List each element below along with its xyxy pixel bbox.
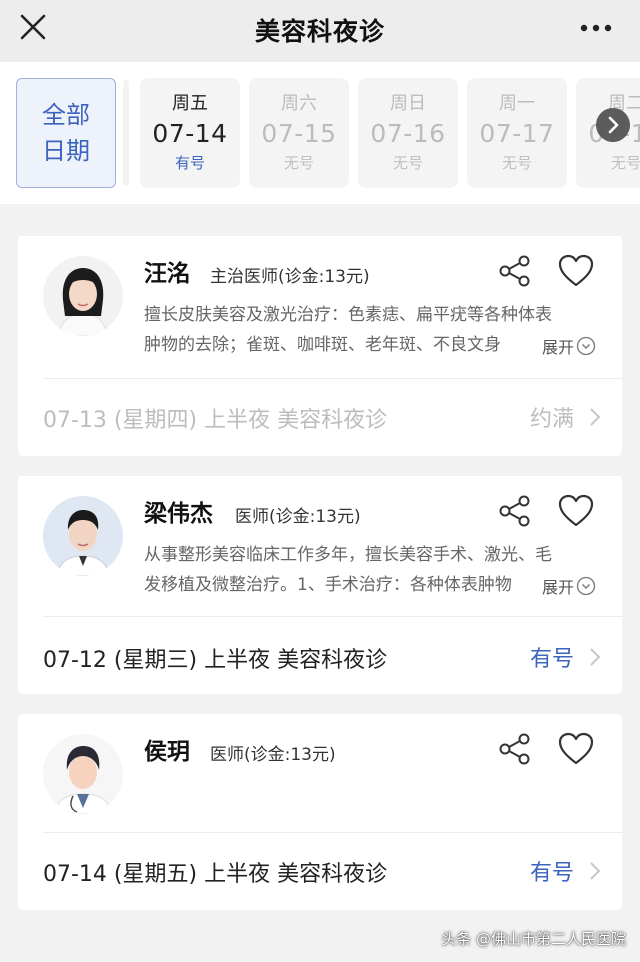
date-weekday: 周六 (281, 93, 317, 114)
date-tab-0715[interactable]: 周六 07-15 无号 (249, 78, 349, 188)
heart-icon[interactable] (558, 732, 594, 766)
share-icon[interactable] (498, 732, 532, 766)
date-status: 无号 (610, 154, 640, 172)
date-value: 07-17 (479, 119, 555, 148)
date-filter-strip: 全部 日期 周五 07-14 有号 周六 07-15 无号 周日 07-16 无… (0, 62, 640, 204)
description-line: 从事整形美容临床工作多年，擅长美容手术、激光、毛 (144, 545, 552, 565)
doctor-title: 医师(诊金:13元) (210, 745, 336, 765)
date-status: 无号 (283, 154, 314, 172)
all-dates-label-line1: 全部 (42, 101, 90, 129)
date-status: 无号 (392, 154, 423, 172)
schedule-text: 07-13 (星期四) 上半夜 美容科夜诊 (43, 408, 388, 433)
doctor-title: 医师(诊金:13元) (235, 507, 361, 527)
doctor-name: 梁伟杰 (144, 501, 213, 527)
doctor-avatar (43, 734, 123, 814)
heart-icon[interactable] (558, 254, 594, 288)
expand-button[interactable]: 展开 (542, 574, 596, 598)
expand-label: 展开 (542, 578, 575, 597)
schedule-text: 07-14 (星期五) 上半夜 美容科夜诊 (43, 862, 388, 887)
schedule-row[interactable]: 07-13 (星期四) 上半夜 美容科夜诊 约满 (43, 396, 604, 436)
description-line: 肿物的去除；雀斑、咖啡斑、老年斑、不良文身 (144, 335, 501, 355)
top-bar: 美容科夜诊 (0, 0, 640, 62)
page-title: 美容科夜诊 (254, 17, 385, 46)
divider (43, 616, 622, 617)
date-value: 07-15 (261, 119, 337, 148)
date-tab-0717[interactable]: 周一 07-17 无号 (467, 78, 567, 188)
divider (43, 832, 622, 833)
date-weekday: 周五 (172, 93, 208, 114)
more-dots-icon[interactable] (578, 14, 614, 42)
doctor-description: 擅长皮肤美容及激光治疗：色素痣、扁平疣等各种体表 肿物的去除；雀斑、咖啡斑、老年… (144, 300, 604, 360)
chevron-down-icon (576, 576, 596, 596)
schedule-status: 有号 (529, 861, 574, 886)
watermark: 头条 @佛山市第二人民医院 (441, 930, 626, 948)
description-line: 擅长皮肤美容及激光治疗：色素痣、扁平疣等各种体表 (144, 305, 552, 325)
expand-button[interactable]: 展开 (542, 334, 596, 358)
doctor-avatar (43, 256, 123, 336)
schedule-text: 07-12 (星期三) 上半夜 美容科夜诊 (43, 648, 388, 673)
schedule-status: 有号 (529, 647, 574, 672)
doctor-card[interactable]: 汪洺 主治医师(诊金:13元) 擅长皮肤美容及激光治疗：色素痣、扁平疣等各种体表… (18, 236, 622, 456)
divider (123, 80, 129, 186)
schedule-row[interactable]: 07-12 (星期三) 上半夜 美容科夜诊 有号 (43, 636, 604, 676)
date-value: 07-14 (152, 119, 228, 148)
date-weekday: 周一 (499, 93, 535, 114)
schedule-row[interactable]: 07-14 (星期五) 上半夜 美容科夜诊 有号 (43, 850, 604, 890)
chevron-down-icon (576, 336, 596, 356)
description-line: 发移植及微整治疗。1、手术治疗：各种体表肿物 (144, 575, 512, 595)
doctor-description: 从事整形美容临床工作多年，擅长美容手术、激光、毛 发移植及微整治疗。1、手术治疗… (144, 540, 604, 600)
chevron-right-icon (590, 648, 601, 666)
date-value: 07-16 (370, 119, 446, 148)
expand-label: 展开 (542, 338, 575, 357)
chevron-right-icon[interactable] (596, 108, 630, 142)
share-icon[interactable] (498, 494, 532, 528)
doctor-card[interactable]: 侯玥 医师(诊金:13元) 07-14 (星期五) 上半夜 美容科夜诊 有号 (18, 714, 622, 910)
date-status: 有号 (174, 154, 205, 172)
date-tab-0714[interactable]: 周五 07-14 有号 (140, 78, 240, 188)
schedule-status: 约满 (529, 407, 574, 432)
doctor-name: 侯玥 (144, 739, 190, 765)
doctor-avatar (43, 496, 123, 576)
share-icon[interactable] (498, 254, 532, 288)
all-dates-label-line2: 日期 (42, 137, 90, 165)
chevron-right-icon (590, 408, 601, 426)
heart-icon[interactable] (558, 494, 594, 528)
all-dates-button[interactable]: 全部 日期 (16, 78, 116, 188)
divider (43, 378, 622, 379)
date-weekday: 周日 (390, 93, 426, 114)
doctor-title: 主治医师(诊金:13元) (210, 267, 370, 287)
date-status: 无号 (501, 154, 532, 172)
doctor-card[interactable]: 梁伟杰 医师(诊金:13元) 从事整形美容临床工作多年，擅长美容手术、激光、毛 … (18, 476, 622, 694)
date-tab-0716[interactable]: 周日 07-16 无号 (358, 78, 458, 188)
chevron-right-icon (590, 862, 601, 880)
doctor-name: 汪洺 (144, 261, 190, 287)
